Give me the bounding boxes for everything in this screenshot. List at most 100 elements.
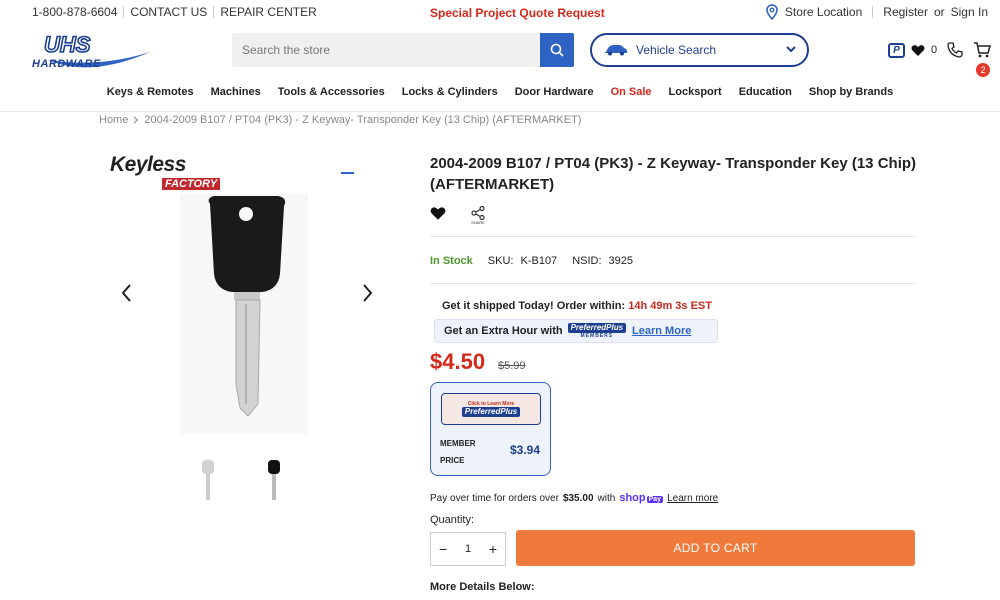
key-image (208, 196, 286, 417)
chevron-right-icon (133, 116, 139, 124)
search-button[interactable] (540, 33, 574, 67)
site-header: UHS HARDWARE Search the store Vehicle Se… (0, 24, 1000, 84)
car-icon (605, 45, 627, 56)
contact-link[interactable]: CONTACT US (124, 5, 213, 19)
wishlist-count: 0 (931, 44, 938, 56)
divider (872, 6, 874, 18)
extra-hour-banner: Get an Extra Hour with PreferredPlus MEM… (434, 319, 718, 343)
nav-item-education[interactable]: Education (739, 86, 792, 98)
top-bar: 1-800-878-6604 CONTACT US REPAIR CENTER … (0, 0, 1000, 24)
pay-text: Pay (646, 496, 664, 503)
uhs-hardware-logo[interactable]: UHS HARDWARE (30, 30, 155, 72)
product-gallery: Keyless FACTORY (110, 150, 360, 510)
chevron-right-icon[interactable] (362, 284, 372, 302)
pay-over-with: with (597, 492, 616, 504)
add-to-cart-button[interactable]: ADD TO CART (516, 530, 915, 566)
quantity-decrease-button[interactable]: − (439, 541, 447, 557)
shipping-text: Get it shipped Today! Order within: (442, 300, 626, 312)
stock-info: In Stock SKU: K-B107 NSID: 3925 (430, 255, 633, 267)
pay-over-text: Pay over time for orders over (430, 492, 559, 504)
heart-icon[interactable] (430, 206, 446, 221)
quantity-input[interactable]: 1 (465, 543, 471, 555)
nav-item-keys-remotes[interactable]: Keys & Remotes (107, 86, 194, 98)
register-link[interactable]: Register (883, 5, 928, 19)
breadcrumb-current: 2004-2009 B107 / PT04 (PK3) - Z Keyway- … (144, 114, 582, 126)
svg-text:UHS: UHS (44, 32, 91, 57)
nav-item-tools-accessories[interactable]: Tools & Accessories (278, 86, 385, 98)
nav-item-locksport[interactable]: Locksport (669, 86, 722, 98)
share-label: SHARE (471, 220, 485, 225)
preferred-plus-name: PreferredPlus (567, 323, 627, 333)
shipping-countdown: Get it shipped Today! Order within: 14h … (442, 300, 712, 312)
product-actions: SHARE (430, 206, 485, 225)
breadcrumb: Home 2004-2009 B107 / PT04 (PK3) - Z Key… (99, 114, 581, 126)
sale-price: $4.50 (430, 349, 486, 374)
sku-value: K-B107 (520, 255, 558, 267)
search-bar[interactable]: Search the store (232, 33, 574, 67)
nav-list: Keys & Remotes Machines Tools & Accessor… (0, 84, 1000, 98)
shop-pay-logo: shop Pay (619, 492, 664, 504)
phone-link[interactable]: 1-800-878-6604 (32, 5, 123, 19)
shop-pay-learn-more[interactable]: Learn more (667, 493, 718, 504)
header-icons: P 0 (888, 42, 992, 58)
store-location-link[interactable]: Store Location (785, 5, 862, 19)
sku-label: SKU: (487, 255, 514, 267)
repair-center-link[interactable]: REPAIR CENTER (214, 5, 322, 19)
member-price-label: MEMBER PRICE (440, 435, 476, 469)
member-learn-more-button[interactable]: Click to Learn More PreferredPlus (441, 393, 541, 425)
member-pp-name: PreferredPlus (461, 407, 521, 417)
shipping-time: 14h 49m 3s EST (628, 300, 712, 312)
or-text: or (933, 5, 945, 19)
share-button[interactable]: SHARE (471, 206, 485, 225)
cart-count-badge: 2 (976, 63, 990, 77)
vehicle-search-dropdown[interactable]: Vehicle Search (590, 33, 809, 67)
breadcrumb-home[interactable]: Home (99, 114, 128, 126)
divider (430, 236, 915, 237)
thumbnail-black-key[interactable] (264, 458, 284, 502)
nav-item-shop-by-brands[interactable]: Shop by Brands (809, 86, 893, 98)
thumbnail-silver-key[interactable] (198, 458, 218, 502)
nsid-value: 3925 (608, 255, 634, 267)
preferred-plus-logo: PreferredPlus MEMBERS (567, 323, 627, 339)
chevron-down-icon (786, 46, 796, 53)
search-input[interactable]: Search the store (242, 43, 330, 57)
shop-pay-installments: Pay over time for orders over $35.00 wit… (430, 492, 718, 504)
search-icon (550, 43, 564, 57)
top-links: 1-800-878-6604 CONTACT US REPAIR CENTER (32, 5, 323, 19)
quantity-label: Quantity: (430, 514, 475, 526)
preferred-plus-members: MEMBERS (580, 333, 614, 339)
preferred-plus-icon[interactable]: P (888, 42, 905, 58)
more-details-heading: More Details Below: (430, 581, 535, 593)
brand-logo-text: Keyless (110, 153, 186, 176)
nav-item-door-hardware[interactable]: Door Hardware (515, 86, 594, 98)
nav-item-on-sale[interactable]: On Sale (611, 86, 652, 98)
learn-more-link[interactable]: Learn More (632, 325, 691, 337)
location-pin-icon[interactable] (765, 4, 779, 20)
member-price: $3.94 (509, 443, 540, 457)
sign-in-link[interactable]: Sign In (951, 5, 988, 19)
quantity-stepper: − 1 + (430, 532, 506, 566)
quantity-increase-button[interactable]: + (489, 541, 497, 557)
heart-icon[interactable] (911, 44, 925, 57)
svg-text:HARDWARE: HARDWARE (32, 58, 101, 70)
pay-over-amount: $35.00 (562, 492, 594, 504)
member-label-line1: MEMBER (440, 439, 476, 448)
stock-status: In Stock (430, 255, 473, 267)
member-label-line2: PRICE (440, 456, 465, 465)
brand-logo-subtext: FACTORY (162, 178, 221, 190)
chevron-left-icon[interactable] (122, 284, 132, 302)
shop-text: shop (619, 492, 646, 504)
extra-hour-text: Get an Extra Hour with (444, 325, 563, 337)
original-price: $5.99 (498, 360, 526, 372)
cart-icon[interactable] (973, 42, 992, 58)
nsid-label: NSID: (572, 255, 602, 267)
nav-item-locks-cylinders[interactable]: Locks & Cylinders (402, 86, 498, 98)
thumbnail-strip (198, 458, 284, 502)
vehicle-search-label: Vehicle Search (636, 43, 717, 57)
nav-item-machines[interactable]: Machines (211, 86, 261, 98)
gallery-indicator[interactable] (341, 172, 354, 174)
account-links: Store Location Register or Sign In (765, 4, 988, 20)
phone-icon[interactable] (947, 42, 963, 58)
quote-request-link[interactable]: Special Project Quote Request (430, 6, 605, 20)
member-price-card: Click to Learn More PreferredPlus MEMBER… (430, 382, 551, 476)
